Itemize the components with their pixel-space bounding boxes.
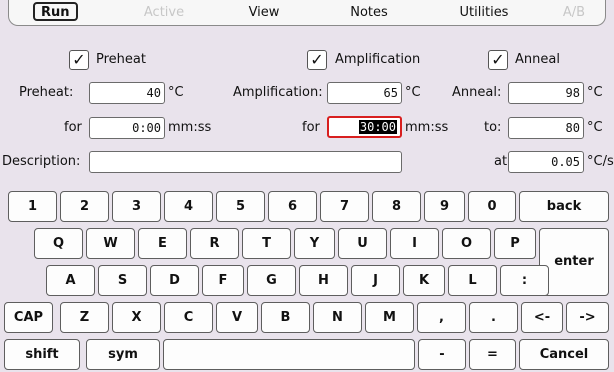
key-t[interactable]: T: [242, 228, 291, 259]
key-cancel[interactable]: Cancel: [519, 339, 609, 370]
key-j[interactable]: J: [351, 265, 400, 296]
ramp-rate-field[interactable]: 0.05: [508, 151, 584, 173]
key-5[interactable]: 5: [216, 191, 265, 222]
amplification-label: Amplification:: [233, 85, 323, 100]
key-cursor-left[interactable]: <-: [521, 302, 563, 333]
key-i[interactable]: I: [390, 228, 439, 259]
amplification-for-label: for: [302, 120, 320, 135]
key-colon[interactable]: :: [500, 265, 549, 296]
amplification-time-unit: mm:ss: [405, 120, 449, 135]
tab-bar: Run Active View Notes Utilities A/B: [8, 0, 606, 26]
key-f[interactable]: F: [202, 265, 244, 296]
key-z[interactable]: Z: [60, 302, 109, 333]
key-w[interactable]: W: [86, 228, 135, 259]
preheat-time-field[interactable]: 0:00: [89, 117, 165, 139]
key-e[interactable]: E: [138, 228, 187, 259]
key-space[interactable]: [163, 339, 415, 370]
preheat-time-unit: mm:ss: [168, 120, 212, 135]
key-1[interactable]: 1: [8, 191, 57, 222]
anneal-to-unit: °C: [587, 120, 603, 135]
preheat-temp-field[interactable]: 40: [89, 82, 165, 104]
key-2[interactable]: 2: [60, 191, 109, 222]
anneal-to-field[interactable]: 80: [508, 117, 584, 139]
key-c[interactable]: C: [164, 302, 213, 333]
key-9[interactable]: 9: [424, 191, 465, 222]
key-h[interactable]: H: [299, 265, 348, 296]
amplification-unit: °C: [405, 85, 421, 100]
key-s[interactable]: S: [98, 265, 147, 296]
key-caps[interactable]: CAP: [4, 302, 53, 333]
ramp-rate-unit: °C/s: [587, 154, 614, 169]
key-l[interactable]: L: [448, 265, 497, 296]
key-d[interactable]: D: [150, 265, 199, 296]
tab-view[interactable]: View: [239, 0, 289, 25]
selected-text: 30:00: [358, 120, 397, 134]
amplification-checkbox[interactable]: ✓: [307, 50, 327, 70]
anneal-unit: °C: [587, 85, 603, 100]
amplification-time-field[interactable]: 30:00: [327, 116, 402, 138]
preheat-checkbox-label: Preheat: [96, 52, 146, 67]
key-minus[interactable]: -: [418, 339, 466, 370]
key-equals[interactable]: =: [469, 339, 516, 370]
key-o[interactable]: O: [442, 228, 491, 259]
key-8[interactable]: 8: [372, 191, 421, 222]
key-b[interactable]: B: [261, 302, 310, 333]
key-v[interactable]: V: [216, 302, 258, 333]
key-m[interactable]: M: [365, 302, 414, 333]
key-y[interactable]: Y: [294, 228, 335, 259]
key-n[interactable]: N: [313, 302, 362, 333]
anneal-checkbox[interactable]: ✓: [488, 50, 508, 70]
amplification-temp-field[interactable]: 65: [327, 82, 402, 104]
anneal-label: Anneal:: [452, 85, 502, 100]
key-sym[interactable]: sym: [86, 339, 160, 370]
ramp-at-label: at: [494, 154, 508, 169]
preheat-checkbox[interactable]: ✓: [69, 50, 89, 70]
key-p[interactable]: P: [494, 228, 536, 259]
onscreen-keyboard: 1 2 3 4 5 6 7 8 9 0 back Q W E R T Y U I…: [0, 188, 614, 372]
key-back[interactable]: back: [519, 191, 609, 222]
key-cursor-right[interactable]: ->: [566, 302, 609, 333]
key-period[interactable]: .: [469, 302, 518, 333]
preheat-for-label: for: [64, 120, 82, 135]
anneal-temp-field[interactable]: 98: [508, 82, 584, 104]
key-3[interactable]: 3: [112, 191, 161, 222]
key-g[interactable]: G: [247, 265, 296, 296]
description-label: Description:: [2, 154, 81, 169]
key-4[interactable]: 4: [164, 191, 213, 222]
key-r[interactable]: R: [190, 228, 239, 259]
key-q[interactable]: Q: [34, 228, 83, 259]
anneal-checkbox-label: Anneal: [515, 52, 560, 67]
anneal-to-label: to:: [484, 120, 502, 135]
tab-run[interactable]: Run: [33, 2, 78, 21]
tab-active: Active: [143, 5, 185, 20]
key-shift[interactable]: shift: [4, 339, 80, 370]
tab-utilities[interactable]: Utilities: [449, 0, 519, 25]
key-comma[interactable]: ,: [417, 302, 466, 333]
amplification-checkbox-label: Amplification: [335, 52, 421, 67]
tab-ab: A/B: [562, 5, 586, 20]
key-enter[interactable]: enter: [539, 228, 609, 296]
key-x[interactable]: X: [112, 302, 161, 333]
preheat-label: Preheat:: [19, 85, 74, 100]
key-u[interactable]: U: [338, 228, 387, 259]
key-k[interactable]: K: [403, 265, 445, 296]
description-field[interactable]: [89, 151, 402, 173]
key-a[interactable]: A: [46, 265, 95, 296]
key-7[interactable]: 7: [320, 191, 369, 222]
key-0[interactable]: 0: [468, 191, 516, 222]
preheat-unit: °C: [168, 85, 184, 100]
tab-notes[interactable]: Notes: [339, 0, 399, 25]
key-6[interactable]: 6: [268, 191, 317, 222]
